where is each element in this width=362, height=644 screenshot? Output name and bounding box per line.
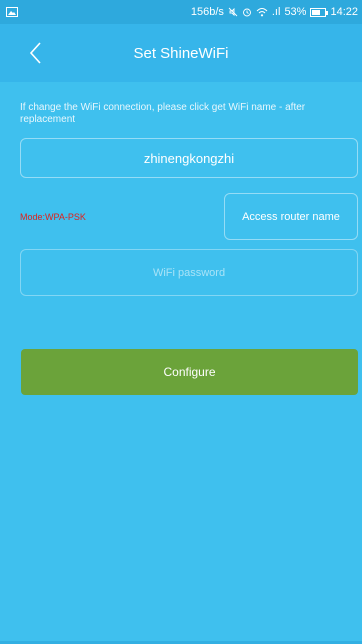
app-bar: Set ShineWiFi xyxy=(0,24,362,82)
battery-icon xyxy=(310,7,329,17)
status-bar: 156b/s .ıl 53% 14:22 xyxy=(0,0,362,24)
mute-icon xyxy=(228,7,238,17)
wifi-password-input[interactable] xyxy=(20,249,358,296)
signal-icon: .ıl xyxy=(271,6,281,18)
wifi-change-hint: If change the WiFi connection, please cl… xyxy=(20,102,306,125)
battery-percent: 53% xyxy=(284,6,307,18)
security-mode-label: Mode:WPA-PSK xyxy=(20,212,86,222)
access-router-name-button[interactable]: Access router name xyxy=(224,193,358,240)
page-title: Set ShineWiFi xyxy=(133,44,229,62)
wifi-icon xyxy=(256,8,268,17)
alarm-icon xyxy=(242,8,251,17)
network-speed: 156b/s xyxy=(190,6,224,18)
wifi-name-field[interactable]: zhinengkongzhi xyxy=(20,138,358,178)
chevron-left-icon[interactable] xyxy=(26,40,46,66)
gallery-icon xyxy=(6,7,18,17)
clock: 14:22 xyxy=(330,6,358,18)
configure-button[interactable]: Configure xyxy=(21,349,358,395)
